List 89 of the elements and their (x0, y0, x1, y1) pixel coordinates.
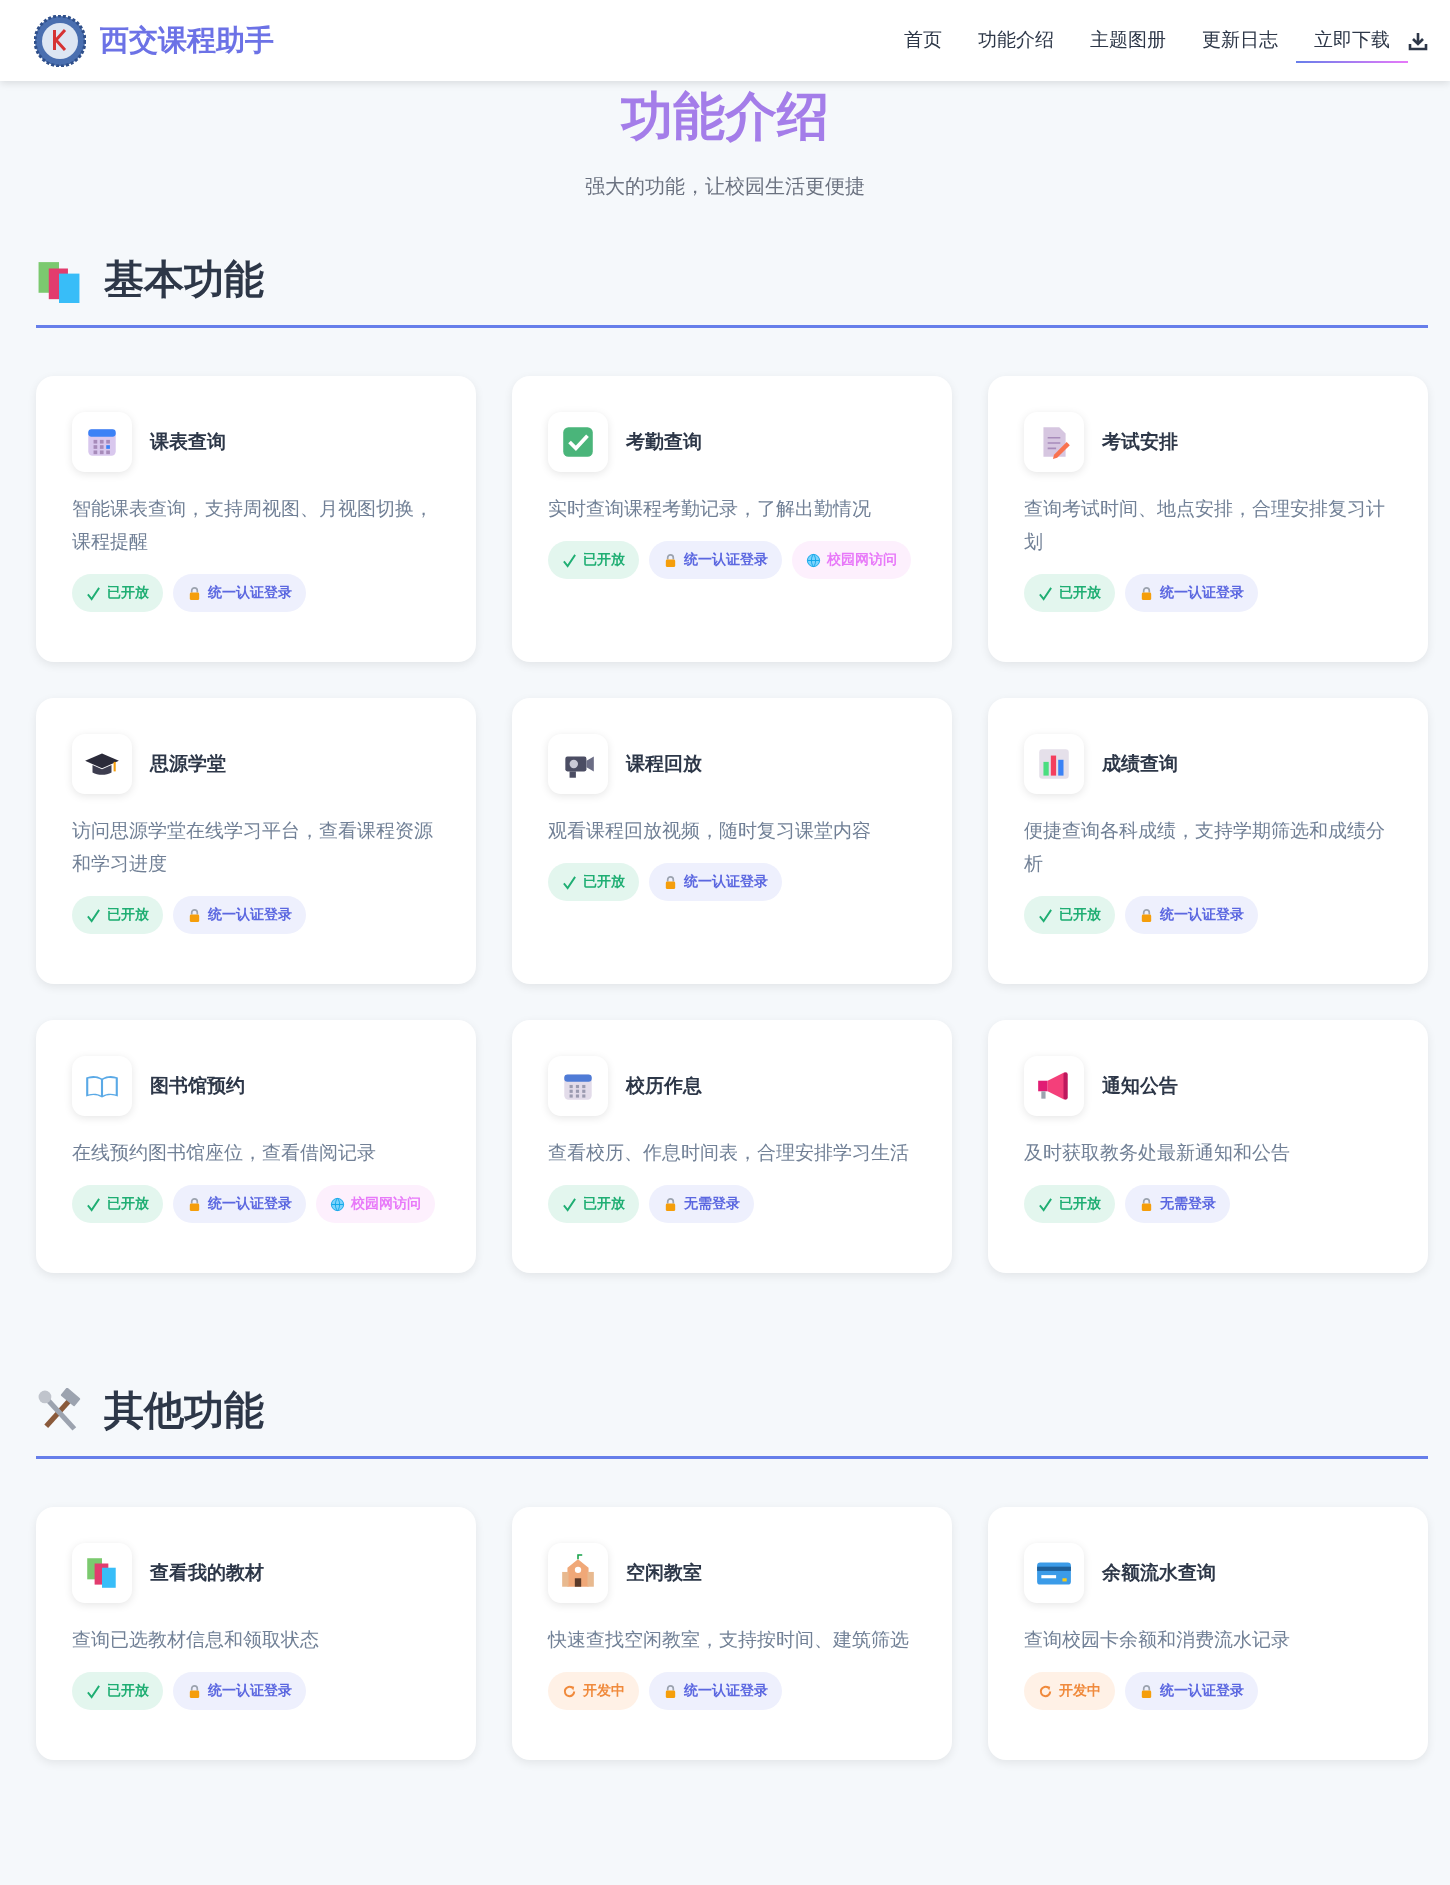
feature-title: 思源学堂 (150, 752, 226, 776)
tag-label: 无需登录 (684, 1195, 740, 1213)
check-icon (1038, 585, 1053, 601)
globe-icon (330, 1196, 345, 1212)
feature-description: 查询考试时间、地点安排，合理安排复习计划 (1024, 497, 1386, 554)
download-icon[interactable] (1408, 30, 1428, 51)
tag-label: 无需登录 (1160, 1195, 1216, 1213)
lock-icon (1139, 1683, 1154, 1699)
tag-label: 统一认证登录 (684, 551, 768, 569)
lock-icon (663, 874, 678, 890)
tag-label: 统一认证登录 (1160, 906, 1244, 924)
logo-icon (34, 14, 86, 67)
lock-icon (187, 907, 202, 923)
lock-icon (187, 1196, 202, 1212)
check-icon (562, 1196, 577, 1212)
tag-label: 已开放 (583, 873, 625, 891)
tag-label: 统一认证登录 (208, 1195, 292, 1213)
feature-title: 课程回放 (626, 752, 702, 776)
lock-icon (1139, 907, 1154, 923)
feature-title: 通知公告 (1102, 1074, 1178, 1098)
tag-label: 统一认证登录 (208, 584, 292, 602)
nav-link[interactable]: 立即下载 (1296, 18, 1408, 63)
feature-title: 查看我的教材 (150, 1561, 264, 1585)
feature-title: 考试安排 (1102, 430, 1178, 454)
feature-title: 成绩查询 (1102, 752, 1178, 776)
feature-description: 智能课表查询，支持周视图、月视图切换，课程提醒 (72, 497, 434, 554)
lock-icon (663, 552, 678, 568)
globe-icon (806, 552, 821, 568)
hammer-wrench-icon (36, 1387, 82, 1434)
check-icon (1038, 1196, 1053, 1212)
feature-title: 空闲教室 (626, 1561, 702, 1585)
feature-title: 校历作息 (626, 1074, 702, 1098)
refresh-icon (1038, 1683, 1053, 1699)
nav-link[interactable]: 首页 (886, 18, 960, 63)
lock-icon (1139, 585, 1154, 601)
feature-description: 查询校园卡余额和消费流水记录 (1024, 1628, 1291, 1652)
lock-icon (187, 585, 202, 601)
tag-label: 校园网访问 (827, 551, 897, 569)
check-icon (562, 874, 577, 890)
tag-label: 统一认证登录 (208, 1682, 292, 1700)
feature-title: 课表查询 (150, 430, 226, 454)
feature-description: 访问思源学堂在线学习平台，查看课程资源和学习进度 (72, 819, 434, 876)
tag-label: 已开放 (1059, 1195, 1101, 1213)
tag-label: 开发中 (1059, 1682, 1101, 1700)
feature-description: 查看校历、作息时间表，合理安排学习生活 (548, 1141, 910, 1165)
check-icon (86, 1683, 101, 1699)
section-title: 基本功能 (104, 256, 264, 303)
feature-title: 余额流水查询 (1102, 1561, 1216, 1585)
app-title: 西交课程助手 (100, 22, 274, 58)
check-icon (1038, 907, 1053, 923)
refresh-icon (562, 1683, 577, 1699)
page-title: 功能介绍 (619, 86, 830, 147)
nav-link[interactable]: 更新日志 (1184, 18, 1296, 63)
check-icon (86, 585, 101, 601)
tag-label: 已开放 (583, 551, 625, 569)
tag-label: 开发中 (583, 1682, 625, 1700)
tag-label: 已开放 (1059, 584, 1101, 602)
tag-label: 校园网访问 (351, 1195, 421, 1213)
feature-description: 便捷查询各科成绩，支持学期筛选和成绩分析 (1024, 819, 1386, 876)
tag-label: 统一认证登录 (1160, 584, 1244, 602)
tag-label: 统一认证登录 (684, 873, 768, 891)
check-icon (86, 1196, 101, 1212)
lock-icon (1139, 1196, 1154, 1212)
tag-label: 已开放 (107, 584, 149, 602)
nav-link[interactable]: 功能介绍 (960, 18, 1072, 63)
feature-description: 观看课程回放视频，随时复习课堂内容 (548, 819, 872, 843)
tag-label: 已开放 (107, 906, 149, 924)
tag-label: 已开放 (1059, 906, 1101, 924)
tag-label: 统一认证登录 (208, 906, 292, 924)
feature-description: 在线预约图书馆座位，查看借阅记录 (72, 1141, 377, 1165)
feature-description: 快速查找空闲教室，支持按时间、建筑筛选 (548, 1628, 910, 1652)
tag-label: 已开放 (583, 1195, 625, 1213)
page-subtitle: 强大的功能，让校园生活更便捷 (584, 174, 866, 199)
check-icon (562, 552, 577, 568)
lock-icon (663, 1196, 678, 1212)
tag-label: 统一认证登录 (1160, 1682, 1244, 1700)
section-title: 其他功能 (104, 1387, 264, 1434)
tag-label: 已开放 (107, 1195, 149, 1213)
check-icon (86, 907, 101, 923)
tag-label: 已开放 (107, 1682, 149, 1700)
feature-description: 及时获取教务处最新通知和公告 (1024, 1141, 1291, 1165)
feature-description: 查询已选教材信息和领取状态 (72, 1628, 320, 1652)
lock-icon (187, 1683, 202, 1699)
feature-title: 考勤查询 (626, 430, 702, 454)
feature-title: 图书馆预约 (150, 1074, 245, 1098)
lock-icon (663, 1683, 678, 1699)
nav-link[interactable]: 主题图册 (1072, 18, 1184, 63)
tag-label: 统一认证登录 (684, 1682, 768, 1700)
feature-description: 实时查询课程考勤记录，了解出勤情况 (548, 497, 872, 521)
